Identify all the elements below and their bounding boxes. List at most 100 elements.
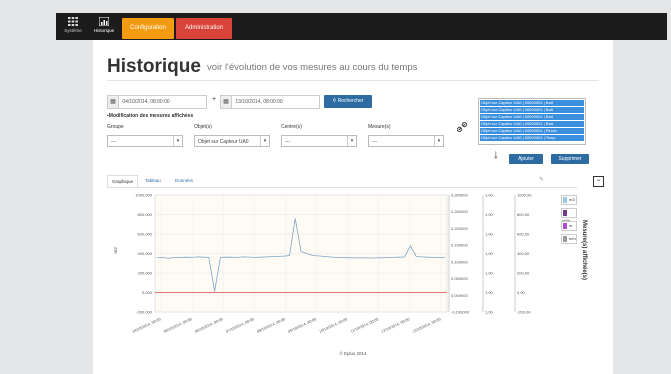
objet-select[interactable]: Objet sur Capteur UA0 ▾ [194, 135, 270, 147]
page-subtitle: voir l'évolution de vos mesures au cours… [207, 62, 418, 73]
list-item[interactable]: Objet sur Capteur UA0 | 00000001 | Pluvi… [480, 127, 584, 134]
main-panel: Historique voir l'évolution de vos mesur… [93, 40, 613, 374]
date-to-value: 13/10/2014, 08:00:00 [235, 99, 283, 105]
y-tick-label: 1000,000 [135, 193, 152, 198]
collapse-icon[interactable]: − [593, 176, 604, 187]
tab-administration[interactable]: Administration [176, 18, 232, 39]
right-axis-2-tick: 1,00 [485, 193, 494, 198]
search-button[interactable]: ⚲ Rechercher [324, 95, 372, 108]
right-axis-3-tick: -200,00 [517, 310, 531, 315]
groupe-select[interactable]: --- ▾ [107, 135, 183, 147]
search-button-label: Rechercher [337, 98, 364, 104]
date-from-value: 04/10/2014, 08:00:00 [122, 99, 170, 105]
objet-select-value: Objet sur Capteur UA0 [198, 139, 249, 145]
plus-icon: + [212, 96, 217, 103]
tabs-divider [107, 187, 577, 188]
chevron-down-icon: ▾ [173, 136, 182, 146]
centre-select-value: --- [285, 139, 290, 145]
list-item[interactable]: Objet sur Capteur UA0 | 00000001 | Batt [480, 120, 584, 127]
legend-label: m3 [569, 197, 575, 202]
right-axis-2-tick: 1,00 [485, 251, 494, 256]
legend-item-1[interactable]: m³/h [561, 208, 577, 223]
right-axis-2-tick: 1,00 [485, 271, 494, 276]
history-chart[interactable]: 1000,000 800,000 600,000 400,000 200,000 0,00… [107, 190, 557, 350]
legend-label: m [569, 223, 573, 228]
footer-copyright: © Eplus 2014 [339, 351, 367, 356]
list-item[interactable]: Objet sur Capteur UA0 | 00000001 | Temp [480, 134, 584, 141]
legend-label: mm [569, 236, 576, 241]
search-icon: ⚲ [332, 98, 337, 104]
date-to-field[interactable]: ▦ 13/10/2014, 08:00:00 [220, 95, 320, 109]
right-axis-2-tick: 1,00 [485, 232, 494, 237]
link-icon[interactable] [457, 122, 467, 132]
right-axis-2-tick: 1,00 [485, 290, 494, 295]
selected-measures-list[interactable]: Objet sur Capteur UA0 | 00000001 | Batt … [478, 98, 586, 145]
x-tick-label: 12/10/2014, 00:00 [381, 317, 410, 334]
legend-item-2[interactable]: m [561, 221, 577, 231]
list-item[interactable]: Objet sur Capteur UA0 | 00000001 | Batt [480, 113, 584, 120]
y-tick-label: 0,000 [142, 290, 153, 295]
title-divider [107, 80, 599, 81]
tab-donnees[interactable]: Données [175, 175, 193, 187]
nav-tile-label: Historique [93, 28, 115, 33]
date-from-field[interactable]: ▦ 04/10/2014, 08:00:00 [107, 95, 207, 109]
y-tick-label: 200,000 [138, 271, 153, 276]
right-axis-3-tick: 0,00 [517, 290, 526, 295]
y-tick-label: 600,000 [138, 232, 153, 237]
nav-tile-systeme[interactable]: Système [58, 16, 88, 38]
y-axis-label: m3 [113, 247, 118, 254]
side-panel-label-text: Mesure(s) affichée(s) [581, 219, 587, 281]
remove-button[interactable]: Supprimer [551, 154, 589, 164]
right-axis-1-tick: 0,050000 [451, 276, 468, 281]
centre-select[interactable]: --- ▾ [281, 135, 357, 147]
x-tick-label: 08/10/2014, 00:00 [256, 317, 285, 334]
groupe-label: Groupe [107, 124, 124, 130]
right-axis-1-tick: 0,000000 [451, 293, 468, 298]
x-tick-label: 13/10/2014, 00:00 [412, 317, 441, 334]
add-button[interactable]: Ajouter [509, 154, 543, 164]
chevron-down-icon: ▾ [434, 136, 443, 146]
tab-configuration[interactable]: Configuration [122, 18, 174, 39]
right-axis-1-tick: 0,150000 [451, 243, 468, 248]
mesure-select-value: --- [372, 139, 377, 145]
right-axis-2-tick: 1,00 [485, 310, 494, 315]
right-axis-1-tick: -0,100000 [451, 310, 470, 315]
nav-tile-historique[interactable]: Historique [89, 16, 119, 38]
right-axis-3-tick: 400,00 [517, 251, 530, 256]
right-axis-3-tick: 600,00 [517, 232, 530, 237]
groupe-select-value: --- [111, 139, 116, 145]
legend-item-3[interactable]: mm [561, 234, 577, 244]
chevron-down-icon: ▾ [347, 136, 356, 146]
side-panel-label[interactable]: Mesure(s) affichée(s) [579, 215, 589, 285]
mesure-select[interactable]: --- ▾ [368, 135, 444, 147]
right-axis-2-tick: 1,00 [485, 212, 494, 217]
x-tick-label: 10/10/2014, 00:00 [319, 317, 348, 334]
calendar-icon: ▦ [221, 96, 232, 108]
top-navigation-bar: Système Historique Configuration Adminis… [56, 13, 667, 40]
x-tick-label: 06/10/2014, 00:00 [194, 317, 223, 334]
grid-icon [68, 17, 78, 26]
chevron-down-icon: ▾ [260, 136, 269, 146]
arrow-down-icon: ↓ [493, 147, 499, 161]
y-tick-label: -200,000 [136, 310, 153, 315]
list-item[interactable]: Objet sur Capteur UA0 | 00000001 | Batt [480, 106, 584, 113]
legend-item-0[interactable]: m3 [561, 195, 577, 205]
x-tick-label: 05/10/2014, 00:00 [163, 317, 192, 334]
chart-icon [99, 17, 109, 26]
right-axis-3-tick: 200,00 [517, 271, 530, 276]
objet-label: Objet(s) [194, 124, 212, 130]
edit-icon[interactable]: ✎ [539, 176, 544, 183]
right-axis-3-tick: 1000,00 [517, 193, 532, 198]
right-axis-1-tick: 0,100000 [451, 259, 468, 264]
page-title: Historique [107, 56, 201, 77]
legend-swatch [563, 236, 567, 242]
tab-tableau[interactable]: Tableau [145, 175, 161, 187]
list-item[interactable]: Objet sur Capteur UA0 | 00000001 | Batt [480, 99, 584, 106]
x-tick-label: 04/10/2014, 00:00 [132, 317, 161, 334]
modify-measures-text: Modification des mesures affichées [108, 113, 194, 119]
legend-swatch [563, 197, 567, 203]
modify-measures-label: ▪Modification des mesures affichées [107, 113, 193, 119]
right-axis-3-tick: 800,00 [517, 212, 530, 217]
legend-swatch [563, 223, 567, 229]
centre-label: Centre(s) [281, 124, 302, 130]
